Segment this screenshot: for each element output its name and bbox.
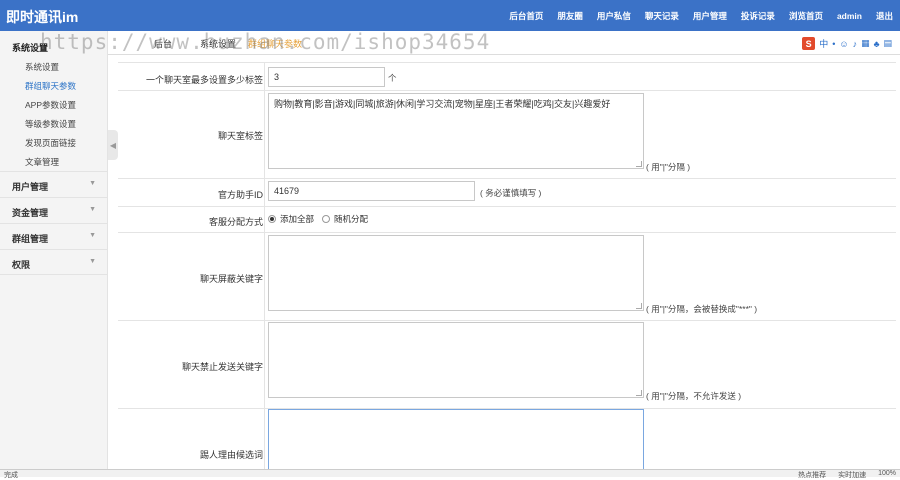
radio-unselected-icon xyxy=(322,215,330,223)
nav-moments[interactable]: 朋友圈 xyxy=(550,10,590,22)
radio-selected-icon xyxy=(268,215,276,223)
chevron-down-icon: ▼ xyxy=(89,180,96,187)
sidebar-group-label: 用户管理 xyxy=(12,182,49,192)
nav-complaints[interactable]: 投诉记录 xyxy=(734,10,782,22)
browser-status-bar: 完成 热点推荐 实时加速 100% xyxy=(0,469,900,480)
cs-mode-option-random[interactable]: 随机分配 xyxy=(322,213,368,225)
punct-icon[interactable]: • xyxy=(832,39,835,49)
cs-mode-option-label: 随机分配 xyxy=(334,214,369,224)
sidebar-group-funds[interactable]: 资金管理 ▼ xyxy=(0,197,108,223)
sidebar-collapse-handle[interactable]: ◀ xyxy=(108,130,118,160)
brand-logo[interactable]: 即时通讯im xyxy=(6,7,78,27)
resize-grip-icon[interactable] xyxy=(636,390,642,396)
forbid-words-label: 聊天禁止发送关键字 xyxy=(181,362,263,372)
top-nav: 后台首页 朋友圈 用户私信 聊天记录 用户管理 投诉记录 浏览首页 admin … xyxy=(502,0,900,31)
room-tags-textarea[interactable]: 购物|教育|影音|游戏|同城|旅游|休闲|学习交流|宠物|星座|王者荣耀|吃鸡|… xyxy=(268,93,644,169)
room-tags-label: 聊天室标签 xyxy=(217,131,263,141)
sidebar-item-discover-links[interactable]: 发现页面链接 xyxy=(25,137,76,149)
forbid-words-textarea[interactable] xyxy=(268,322,644,398)
max-tags-unit: 个 xyxy=(388,73,397,83)
assistant-id-input[interactable] xyxy=(268,181,475,201)
assistant-id-label: 官方助手ID xyxy=(217,190,263,200)
form-row-cs-mode: 客服分配方式 xyxy=(118,206,896,232)
toolbox-icon[interactable]: ▤ xyxy=(883,38,892,49)
room-tags-value: 购物|教育|影音|游戏|同城|旅游|休闲|学习交流|宠物|星座|王者荣耀|吃鸡|… xyxy=(274,99,611,109)
sidebar-group-label: 权限 xyxy=(12,260,31,270)
kick-reasons-textarea[interactable] xyxy=(268,409,644,471)
chevron-down-icon: ▼ xyxy=(89,232,96,239)
sidebar-item-level-params[interactable]: 等级参数设置 xyxy=(25,118,76,130)
ime-lang[interactable]: 中 xyxy=(819,37,828,50)
hot-recommend[interactable]: 热点推荐 xyxy=(798,470,826,480)
cs-mode-option-label: 添加全部 xyxy=(280,214,315,224)
sogou-icon[interactable]: S xyxy=(802,37,816,50)
zoom-level[interactable]: 100% xyxy=(878,470,896,480)
assistant-id-hint: ( 务必谨慎填写 ) xyxy=(480,188,542,198)
max-tags-label: 一个聊天室最多设置多少标签 xyxy=(145,75,263,85)
nav-browse-home[interactable]: 浏览首页 xyxy=(782,10,830,22)
nav-logout[interactable]: 退出 xyxy=(869,10,900,22)
block-words-label: 聊天屏蔽关键字 xyxy=(199,274,263,284)
sidebar-item-group-params[interactable]: 群组聊天参数 xyxy=(25,80,76,92)
cs-mode-option-all[interactable]: 添加全部 xyxy=(268,213,314,225)
form-row-max-tags: 一个聊天室最多设置多少标签 xyxy=(118,62,896,90)
status-text: 完成 xyxy=(4,472,18,479)
resize-grip-icon[interactable] xyxy=(636,161,642,167)
speed-boost[interactable]: 实时加速 xyxy=(838,470,866,480)
max-tags-input[interactable] xyxy=(268,67,385,87)
watermark: https://www.huzhan.com/ishop34654 xyxy=(40,30,491,54)
block-words-textarea[interactable] xyxy=(268,235,644,311)
chevron-down-icon: ▼ xyxy=(89,258,96,265)
sidebar-group-label: 群组管理 xyxy=(12,234,49,244)
form-divider xyxy=(264,62,265,472)
sidebar-group-groups[interactable]: 群组管理 ▼ xyxy=(0,223,108,249)
sidebar-group-permissions[interactable]: 权限 ▼ xyxy=(0,249,108,275)
mic-icon[interactable]: ♪ xyxy=(853,39,858,49)
sidebar-item-system-settings[interactable]: 系统设置 xyxy=(25,61,59,73)
nav-private-msg[interactable]: 用户私信 xyxy=(590,10,638,22)
skin-icon[interactable]: ♣ xyxy=(874,39,880,49)
cs-mode-label: 客服分配方式 xyxy=(208,217,263,227)
ime-toolbar: S 中 • ☺ ♪ ▦ ♣ ▤ xyxy=(802,37,892,50)
block-words-hint: ( 用"|"分隔，会被替换成"***" ) xyxy=(646,304,758,314)
sidebar-item-app-params[interactable]: APP参数设置 xyxy=(25,99,76,111)
sidebar: 系统设置 系统设置 群组聊天参数 APP参数设置 等级参数设置 发现页面链接 文… xyxy=(0,31,108,471)
nav-chat-records[interactable]: 聊天记录 xyxy=(638,10,686,22)
sidebar-group-label: 资金管理 xyxy=(12,208,49,218)
top-bar: 即时通讯im 后台首页 朋友圈 用户私信 聊天记录 用户管理 投诉记录 浏览首页… xyxy=(0,0,900,31)
nav-admin-home[interactable]: 后台首页 xyxy=(502,10,550,22)
kick-reasons-label: 踢人理由候选词 xyxy=(199,450,263,460)
resize-grip-icon[interactable] xyxy=(636,303,642,309)
sidebar-group-users[interactable]: 用户管理 ▼ xyxy=(0,171,108,197)
forbid-words-hint: ( 用"|"分隔，不允许发送 ) xyxy=(646,391,742,401)
sidebar-item-articles[interactable]: 文章管理 xyxy=(25,156,59,168)
nav-admin-user[interactable]: admin xyxy=(830,11,869,21)
nav-user-manage[interactable]: 用户管理 xyxy=(686,10,734,22)
room-tags-hint: ( 用"|"分隔 ) xyxy=(646,162,691,172)
emoji-icon[interactable]: ☺ xyxy=(839,39,848,49)
chevron-down-icon: ▼ xyxy=(89,206,96,213)
keyboard-icon[interactable]: ▦ xyxy=(861,38,870,49)
